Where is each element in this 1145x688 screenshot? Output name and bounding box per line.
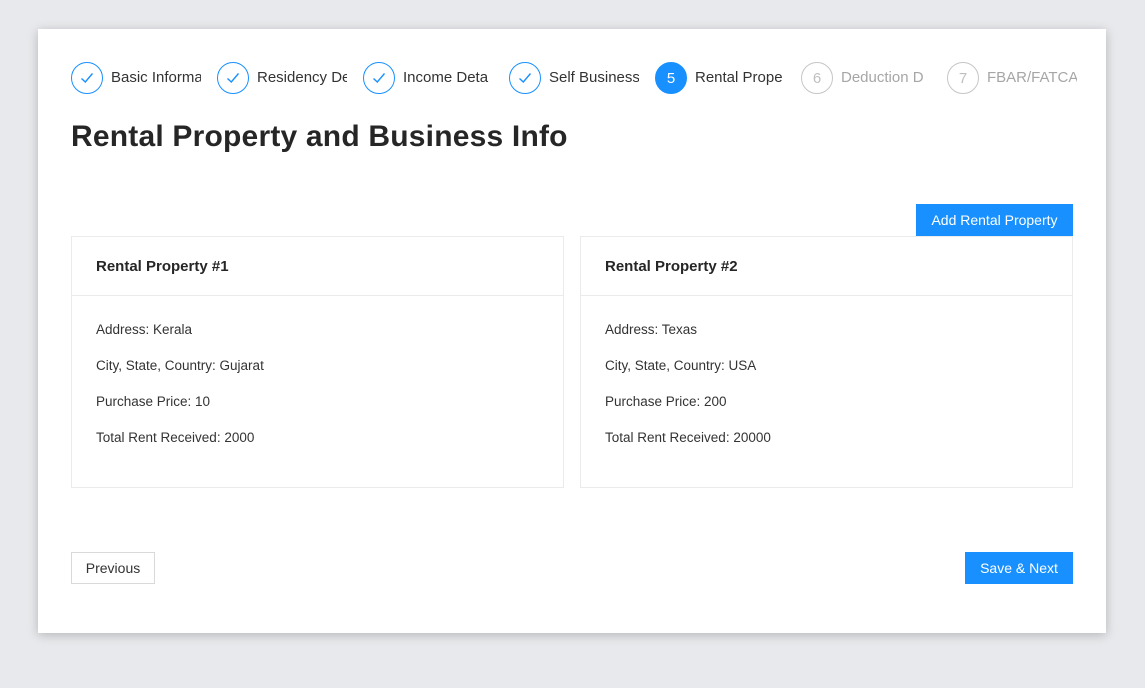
step-self-business[interactable]: Self Business [509, 62, 655, 94]
rental-property-card: Rental Property #1 Address: Kerala City,… [71, 236, 564, 488]
card-title: Rental Property #1 [72, 237, 563, 296]
step-title: Self Business [549, 69, 639, 86]
step-deduction-details[interactable]: 6 Deduction D [801, 62, 947, 94]
step-title: Residency De [257, 69, 347, 86]
property-address: Address: Texas [605, 322, 698, 337]
step-rental-property[interactable]: 5 Rental Prope [655, 62, 801, 94]
card-body: Address: Texas City, State, Country: USA… [581, 296, 1072, 467]
step-title: Income Deta [403, 69, 489, 86]
step-number: 6 [801, 62, 833, 94]
step-title: FBAR/FATCA [987, 69, 1077, 86]
page-title: Rental Property and Business Info [71, 120, 568, 153]
property-total-rent: Total Rent Received: 20000 [605, 430, 771, 445]
rental-property-card: Rental Property #2 Address: Texas City, … [580, 236, 1073, 488]
step-fbar-fatca[interactable]: 7 FBAR/FATCA [947, 62, 1093, 94]
steps-progress: Basic Informa Residency De Income Deta S… [71, 62, 1077, 94]
step-residency-details[interactable]: Residency De [217, 62, 363, 94]
card-title: Rental Property #2 [581, 237, 1072, 296]
property-total-rent: Total Rent Received: 2000 [96, 430, 255, 445]
step-basic-information[interactable]: Basic Informa [71, 62, 217, 94]
check-icon [509, 62, 541, 94]
save-next-button[interactable]: Save & Next [965, 552, 1073, 584]
step-number: 5 [655, 62, 687, 94]
form-panel: Basic Informa Residency De Income Deta S… [38, 29, 1106, 633]
property-address: Address: Kerala [96, 322, 193, 337]
property-city-state-country: City, State, Country: Gujarat [96, 358, 264, 373]
step-number: 7 [947, 62, 979, 94]
check-icon [217, 62, 249, 94]
check-icon [71, 62, 103, 94]
previous-button[interactable]: Previous [71, 552, 155, 584]
check-icon [363, 62, 395, 94]
step-title: Deduction D [841, 69, 924, 86]
step-title: Rental Prope [695, 69, 783, 86]
property-purchase-price: Purchase Price: 10 [96, 394, 211, 409]
property-purchase-price: Purchase Price: 200 [605, 394, 727, 409]
card-body: Address: Kerala City, State, Country: Gu… [72, 296, 563, 467]
step-title: Basic Informa [111, 69, 201, 86]
add-rental-property-button[interactable]: Add Rental Property [916, 204, 1073, 236]
property-city-state-country: City, State, Country: USA [605, 358, 757, 373]
step-income-details[interactable]: Income Deta [363, 62, 509, 94]
